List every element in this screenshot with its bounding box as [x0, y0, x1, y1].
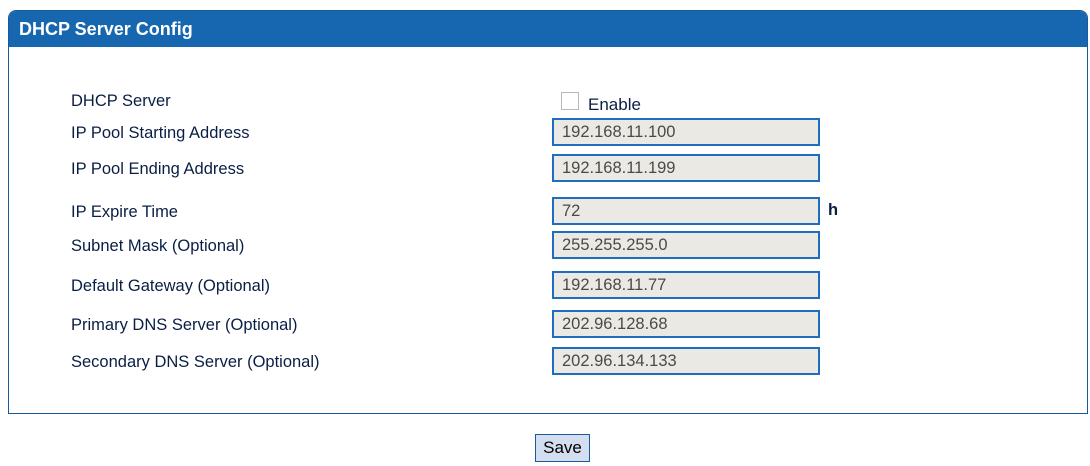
expire-time-label: IP Expire Time	[71, 203, 178, 221]
dhcp-server-label: DHCP Server	[71, 92, 171, 110]
expire-time-unit: h	[828, 201, 839, 219]
dhcp-server-row: DHCP Server Enable	[9, 86, 1087, 118]
pool-start-label: IP Pool Starting Address	[71, 124, 250, 142]
primary-dns-input[interactable]	[552, 310, 820, 338]
pool-start-row: IP Pool Starting Address	[9, 118, 1087, 150]
default-gateway-input[interactable]	[552, 271, 820, 299]
subnet-mask-input[interactable]	[552, 231, 820, 259]
pool-end-label: IP Pool Ending Address	[71, 160, 245, 178]
dhcp-server-config-panel: DHCP Server Config DHCP Server Enable IP…	[8, 10, 1088, 414]
pool-end-row: IP Pool Ending Address	[9, 154, 1087, 186]
default-gateway-label: Default Gateway (Optional)	[71, 277, 271, 295]
primary-dns-label: Primary DNS Server (Optional)	[71, 316, 298, 334]
pool-start-input[interactable]	[552, 118, 820, 146]
primary-dns-row: Primary DNS Server (Optional)	[9, 310, 1087, 342]
secondary-dns-input[interactable]	[552, 347, 820, 375]
pool-end-input[interactable]	[552, 154, 820, 182]
default-gateway-row: Default Gateway (Optional)	[9, 271, 1087, 303]
dhcp-enable-checkbox[interactable]	[561, 92, 579, 110]
subnet-mask-row: Subnet Mask (Optional)	[9, 231, 1087, 263]
dhcp-enable-label[interactable]: Enable	[588, 95, 641, 115]
expire-time-input[interactable]	[552, 197, 820, 225]
secondary-dns-row: Secondary DNS Server (Optional)	[9, 347, 1087, 379]
save-button[interactable]: Save	[535, 434, 590, 462]
expire-time-row: IP Expire Time h	[9, 197, 1087, 229]
secondary-dns-label: Secondary DNS Server (Optional)	[71, 353, 320, 371]
subnet-mask-label: Subnet Mask (Optional)	[71, 237, 245, 255]
panel-title: DHCP Server Config	[9, 11, 1087, 47]
